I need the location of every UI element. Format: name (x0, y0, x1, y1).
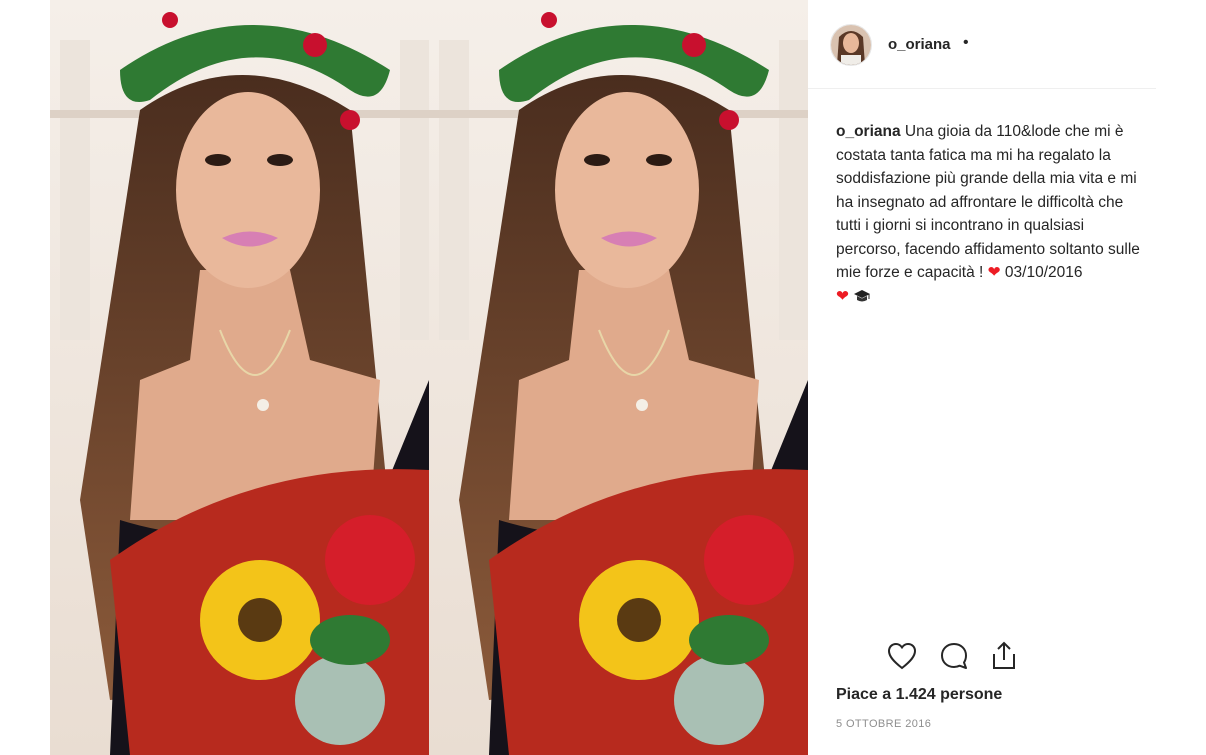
post-header: o_oriana • (808, 0, 1156, 89)
caption-date: 03/10/2016 (1000, 264, 1083, 281)
comment-button[interactable] (936, 640, 972, 676)
like-button[interactable] (884, 640, 920, 676)
post-side-panel: o_oriana • o_oriana Una gioia da 110&lod… (808, 0, 1156, 755)
caption-username[interactable]: o_oriana (836, 123, 901, 140)
graduation-cap-icon (853, 287, 871, 311)
caption-text: Una gioia da 110&lode che mi è costata t… (836, 123, 1140, 281)
post-timestamp: 5 OTTOBRE 2016 (836, 718, 932, 730)
comment-bubble-icon (939, 641, 969, 676)
share-button[interactable] (986, 640, 1022, 676)
heart-outline-icon (887, 642, 917, 675)
photo-right-copy (429, 0, 808, 755)
post-photo[interactable] (50, 0, 808, 755)
post-caption: o_oriana Una gioia da 110&lode che mi è … (836, 120, 1142, 310)
instagram-post: o_oriana • o_oriana Una gioia da 110&lod… (50, 0, 1156, 755)
header-separator-dot: • (963, 34, 969, 51)
photo-left-copy (50, 0, 429, 755)
action-bar (808, 640, 1156, 680)
share-upload-icon (990, 641, 1018, 676)
heart-emoji-icon: ❤ (836, 287, 849, 305)
header-username[interactable]: o_oriana (888, 36, 951, 53)
heart-emoji-icon: ❤ (987, 264, 1001, 281)
likes-count[interactable]: Piace a 1.424 persone (836, 686, 1002, 704)
avatar[interactable] (830, 24, 872, 66)
